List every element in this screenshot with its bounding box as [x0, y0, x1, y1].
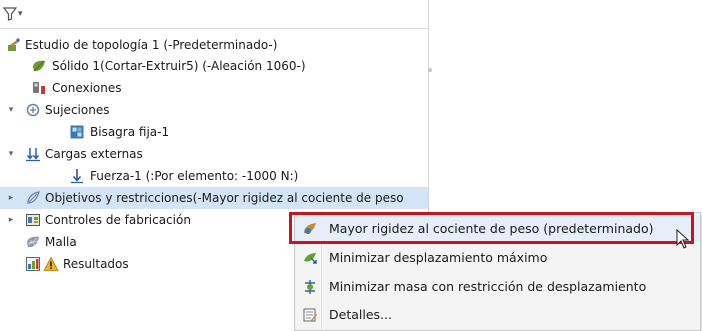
menu-item-minimize-mass[interactable]: Minimizar masa con restricción de despla… — [295, 274, 700, 300]
filter-bar: ▾ — [0, 0, 428, 29]
stiffness-weight-icon — [302, 221, 318, 237]
chevron-right-icon[interactable]: ▸ — [6, 209, 16, 231]
menu-item-label: Minimizar desplazamiento máximo — [329, 250, 548, 265]
scrollbar-indicator[interactable] — [428, 68, 432, 72]
tree-item-external-loads[interactable]: ▾ Cargas externas — [0, 143, 428, 165]
study-icon — [6, 37, 22, 53]
tree-item-label: Bisagra fija-1 — [90, 125, 170, 139]
mouse-cursor-icon — [676, 228, 690, 252]
minimize-displacement-icon — [302, 250, 318, 266]
force-icon — [69, 168, 85, 184]
results-icon — [25, 256, 41, 272]
tree-item-label: Malla — [45, 235, 77, 249]
goals-icon — [25, 190, 41, 206]
chevron-down-icon[interactable]: ▾ — [6, 143, 16, 165]
context-menu: Mayor rigidez al cociente de peso (prede… — [294, 212, 701, 331]
tree-item-label: Cargas externas — [45, 147, 143, 161]
menu-item-label: Detalles... — [329, 307, 392, 322]
tree-item-fixed-hinge[interactable]: Bisagra fija-1 — [0, 121, 428, 143]
tree-item-study[interactable]: Estudio de topología 1 (-Predeterminado-… — [0, 34, 428, 56]
menu-item-label: Mayor rigidez al cociente de peso (prede… — [329, 221, 654, 236]
chevron-down-icon: ▾ — [18, 8, 23, 19]
warning-icon — [43, 256, 59, 272]
chevron-right-icon[interactable]: ▸ — [6, 187, 16, 209]
filter-icon — [3, 7, 17, 21]
tree-item-solid[interactable]: Sólido 1(Cortar-Extruir5) (-Aleación 106… — [0, 55, 428, 77]
tree-item-force[interactable]: Fuerza-1 (:Por elemento: -1000 N:) — [0, 165, 428, 187]
tree-item-label: Fuerza-1 (:Por elemento: -1000 N:) — [90, 169, 299, 183]
tree-item-label: Conexiones — [52, 81, 122, 95]
menu-item-minimize-displacement[interactable]: Minimizar desplazamiento máximo — [295, 245, 700, 271]
tree-item-label: Resultados — [63, 257, 129, 271]
connections-icon — [31, 80, 47, 96]
external-loads-icon — [25, 146, 41, 162]
solid-body-icon — [31, 58, 47, 74]
tree-item-label: Sólido 1(Cortar-Extruir5) (-Aleación 106… — [52, 59, 306, 73]
tree-item-label: Estudio de topología 1 (-Predeterminado-… — [25, 38, 278, 52]
tree-item-label: Objetivos y restricciones(-Mayor rigidez… — [45, 191, 404, 205]
mesh-icon — [25, 234, 41, 250]
menu-item-details[interactable]: Detalles... — [295, 302, 700, 328]
chevron-down-icon[interactable]: ▾ — [6, 99, 16, 121]
fixed-hinge-icon — [69, 124, 85, 140]
tree-item-connections[interactable]: Conexiones — [0, 77, 428, 99]
manufacturing-controls-icon — [25, 212, 41, 228]
menu-item-stiffness-weight[interactable]: Mayor rigidez al cociente de peso (prede… — [295, 216, 700, 242]
details-icon — [302, 307, 318, 323]
menu-item-label: Minimizar masa con restricción de despla… — [329, 279, 647, 294]
minimize-mass-icon — [302, 279, 318, 295]
filter-button[interactable]: ▾ — [3, 5, 29, 23]
tree-item-label: Controles de fabricación — [45, 213, 191, 227]
fixtures-icon — [25, 102, 41, 118]
tree-item-fixtures[interactable]: ▾ Sujeciones — [0, 99, 428, 121]
tree-item-goals-constraints[interactable]: ▸ Objetivos y restricciones(-Mayor rigid… — [0, 187, 428, 209]
tree-item-label: Sujeciones — [45, 103, 110, 117]
